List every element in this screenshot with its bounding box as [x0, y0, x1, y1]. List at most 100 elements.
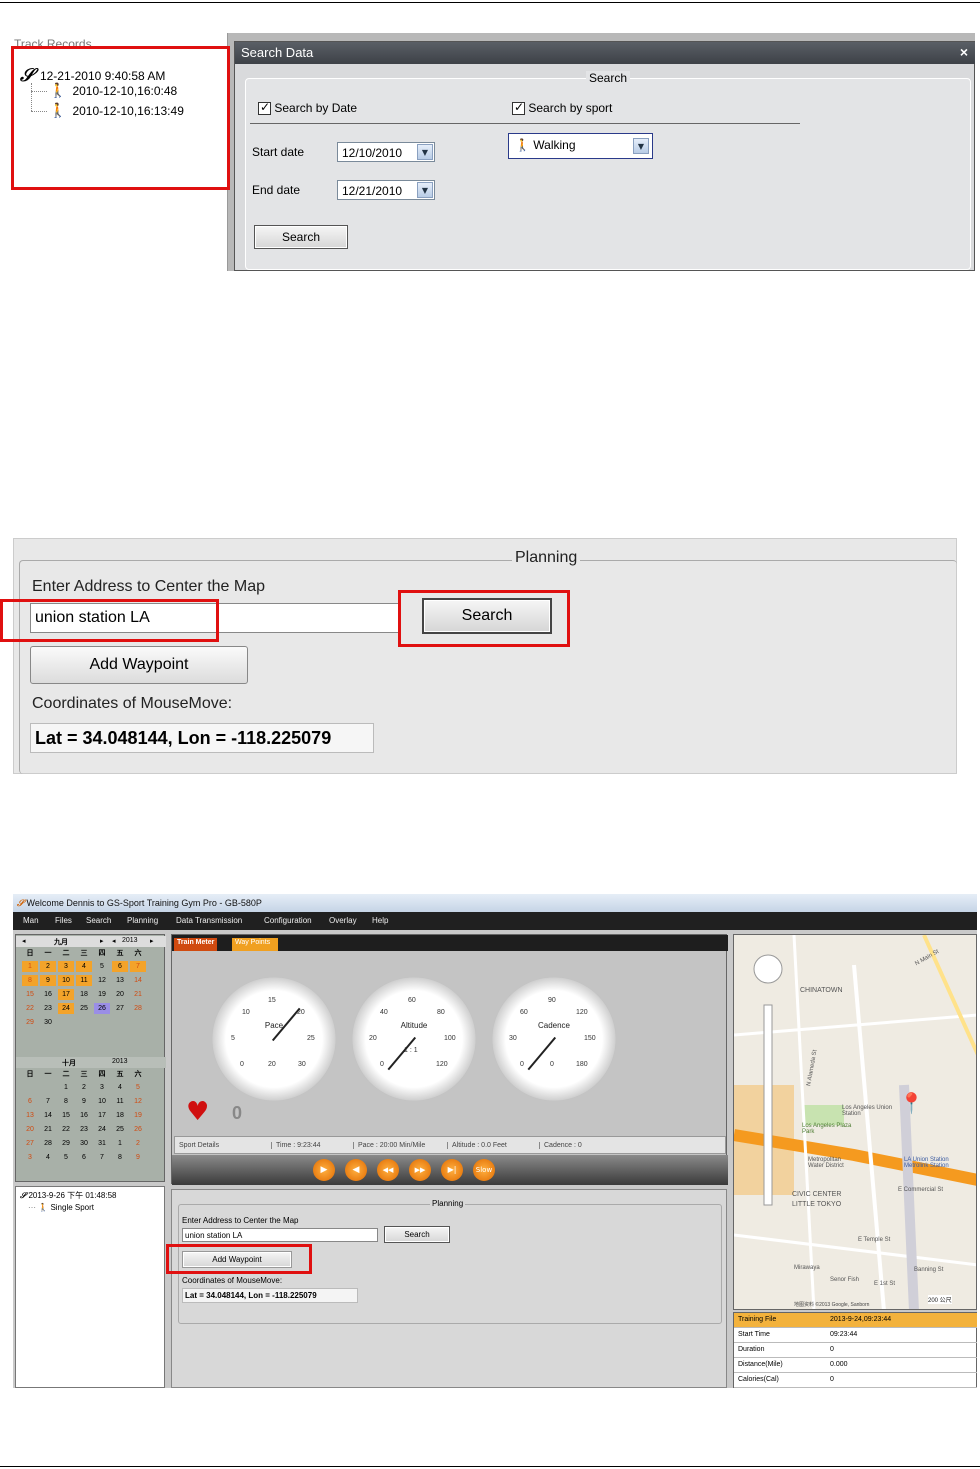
menu-data-transmission[interactable]: Data Transmission: [176, 916, 242, 925]
calendar-day[interactable]: 5: [130, 1082, 146, 1093]
step-forward-icon[interactable]: ▶|: [441, 1159, 463, 1181]
calendar-day[interactable]: 21: [130, 989, 146, 1000]
calendar-day[interactable]: 6: [22, 1096, 38, 1107]
prev-year-icon[interactable]: ◂: [112, 937, 116, 945]
calendar-day[interactable]: 12: [94, 975, 110, 986]
calendar-day[interactable]: 11: [76, 975, 92, 986]
calendar-day[interactable]: 10: [58, 975, 74, 986]
search-by-date-checkbox[interactable]: Search by Date: [258, 100, 357, 116]
calendar-day[interactable]: 14: [40, 1110, 56, 1121]
calendar-day[interactable]: 9: [76, 1096, 92, 1107]
search-button[interactable]: Search: [254, 225, 348, 249]
calendar-day[interactable]: 27: [22, 1138, 38, 1149]
calendar-day[interactable]: 20: [112, 989, 128, 1000]
next-month-icon[interactable]: ▸: [100, 937, 104, 945]
calendar-day[interactable]: 2: [76, 1082, 92, 1093]
chevron-down-icon[interactable]: ▼: [417, 182, 433, 198]
calendar-day[interactable]: 15: [58, 1110, 74, 1121]
calendar-day[interactable]: 6: [76, 1152, 92, 1163]
calendar-day[interactable]: 29: [22, 1017, 38, 1028]
calendar-day[interactable]: 1: [58, 1082, 74, 1093]
calendar-day[interactable]: 25: [76, 1003, 92, 1014]
calendar-day[interactable]: 12: [130, 1096, 146, 1107]
add-waypoint-button[interactable]: Add Waypoint: [30, 646, 248, 684]
menu-help[interactable]: Help: [372, 916, 388, 925]
map-view[interactable]: 📍 CHINATOWN Los Angeles Union Station Lo…: [733, 934, 977, 1310]
menu-man[interactable]: Man: [23, 916, 39, 925]
step-back-icon[interactable]: ◀: [345, 1159, 367, 1181]
calendar-day[interactable]: 8: [112, 1152, 128, 1163]
prev-month-icon[interactable]: ◂: [22, 937, 26, 945]
calendar-day[interactable]: 22: [58, 1124, 74, 1135]
calendar-day[interactable]: 30: [40, 1017, 56, 1028]
rewind-icon[interactable]: ◀◀: [377, 1159, 399, 1181]
calendar-day[interactable]: 29: [58, 1138, 74, 1149]
fast-forward-icon[interactable]: ▶▶: [409, 1159, 431, 1181]
calendar-day[interactable]: 13: [22, 1110, 38, 1121]
calendar-day[interactable]: 4: [40, 1152, 56, 1163]
calendar-day[interactable]: 8: [58, 1096, 74, 1107]
tree-child-item[interactable]: ⋯ 🚶 Single Sport: [28, 1203, 94, 1212]
calendar-day[interactable]: 18: [112, 1110, 128, 1121]
calendar-day[interactable]: 7: [130, 961, 146, 972]
calendar-day[interactable]: 3: [94, 1082, 110, 1093]
calendar-day[interactable]: 25: [112, 1124, 128, 1135]
sport-select[interactable]: 🚶 Walking ▼: [508, 133, 653, 159]
calendar-day[interactable]: 5: [58, 1152, 74, 1163]
play-icon[interactable]: ▶: [313, 1159, 335, 1181]
calendar-day[interactable]: 4: [112, 1082, 128, 1093]
calendar-day[interactable]: 7: [94, 1152, 110, 1163]
tree-root-item[interactable]: 𝒮 2013-9-26 下午 01:48:58: [20, 1190, 117, 1201]
calendar-day[interactable]: 2: [130, 1138, 146, 1149]
tab-way-points[interactable]: Way Points: [232, 938, 279, 951]
calendar-day[interactable]: 14: [130, 975, 146, 986]
calendar-day[interactable]: 17: [58, 989, 74, 1000]
calendar-day[interactable]: 5: [94, 961, 110, 972]
calendar-day[interactable]: 26: [94, 1003, 110, 1014]
add-waypoint-button[interactable]: Add Waypoint: [182, 1251, 292, 1268]
address-input[interactable]: union station LA: [30, 603, 400, 633]
calendar-day[interactable]: 17: [94, 1110, 110, 1121]
calendar-day[interactable]: 2: [40, 961, 56, 972]
search-by-sport-checkbox[interactable]: Search by sport: [512, 100, 612, 116]
calendar-day[interactable]: 16: [76, 1110, 92, 1121]
menu-overlay[interactable]: Overlay: [329, 916, 357, 925]
search-button[interactable]: Search: [422, 598, 552, 634]
track-item[interactable]: 🚶 2010-12-10,16:0:48: [49, 83, 177, 99]
calendar-day[interactable]: 20: [22, 1124, 38, 1135]
calendar-day[interactable]: 3: [22, 1152, 38, 1163]
address-input[interactable]: union station LA: [182, 1228, 378, 1242]
calendar-day[interactable]: 30: [76, 1138, 92, 1149]
calendar-day[interactable]: 13: [112, 975, 128, 986]
calendar-day[interactable]: 18: [76, 989, 92, 1000]
calendar-day[interactable]: 1: [22, 961, 38, 972]
calendar-day[interactable]: 23: [40, 1003, 56, 1014]
menu-search[interactable]: Search: [86, 916, 111, 925]
menu-configuration[interactable]: Configuration: [264, 916, 312, 925]
calendar-day[interactable]: 16: [40, 989, 56, 1000]
close-icon[interactable]: ×: [960, 44, 968, 60]
chevron-down-icon[interactable]: ▼: [417, 144, 433, 160]
chevron-down-icon[interactable]: ▼: [633, 138, 649, 154]
calendar-day[interactable]: 10: [94, 1096, 110, 1107]
calendar-day[interactable]: 4: [76, 961, 92, 972]
calendar-day[interactable]: 3: [58, 961, 74, 972]
tab-train-meter[interactable]: Train Meter: [174, 938, 218, 951]
calendar-day[interactable]: 6: [112, 961, 128, 972]
search-button[interactable]: Search: [384, 1226, 450, 1243]
map-marker-icon[interactable]: 📍: [899, 1091, 924, 1115]
end-date-picker[interactable]: 12/21/2010 ▼: [337, 180, 435, 200]
calendar-day[interactable]: 24: [94, 1124, 110, 1135]
slow-button[interactable]: Slow: [473, 1159, 495, 1181]
calendar-day[interactable]: 26: [130, 1124, 146, 1135]
calendar-day[interactable]: 23: [76, 1124, 92, 1135]
calendar-day[interactable]: 15: [22, 989, 38, 1000]
calendar-day[interactable]: 24: [58, 1003, 74, 1014]
calendar-day[interactable]: 7: [40, 1096, 56, 1107]
calendar-day[interactable]: 28: [130, 1003, 146, 1014]
calendar-day[interactable]: 22: [22, 1003, 38, 1014]
calendar-day[interactable]: 11: [112, 1096, 128, 1107]
start-date-picker[interactable]: 12/10/2010 ▼: [337, 142, 435, 162]
calendar-day[interactable]: 9: [40, 975, 56, 986]
menu-planning[interactable]: Planning: [127, 916, 158, 925]
